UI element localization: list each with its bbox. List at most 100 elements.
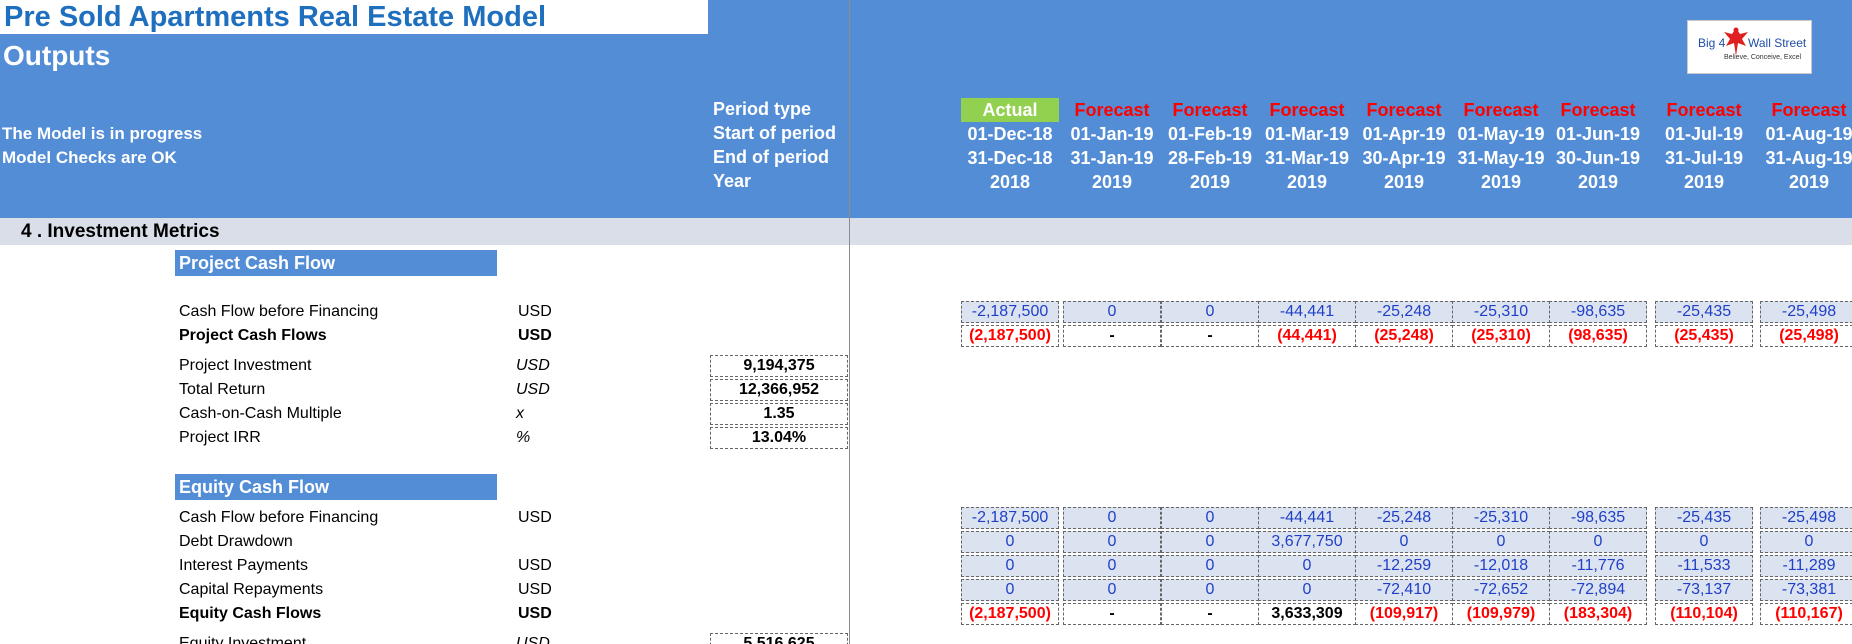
data-cell[interactable]: -73,381 (1760, 579, 1852, 601)
period-type-cell: Forecast (1771, 100, 1847, 120)
data-cell[interactable]: 0 (1161, 555, 1259, 577)
data-cell[interactable]: 0 (1549, 531, 1647, 553)
end-date-cell: 31-Jan-19 (1070, 148, 1154, 168)
data-cell[interactable]: (109,979) (1452, 603, 1550, 625)
data-cell[interactable]: (44,441) (1258, 325, 1356, 347)
label-start-period: Start of period (713, 123, 837, 143)
data-cell[interactable]: 0 (961, 555, 1059, 577)
data-cell[interactable]: -2,187,500 (961, 301, 1059, 323)
data-cell[interactable]: 0 (1161, 301, 1259, 323)
data-cell[interactable]: 3,677,750 (1258, 531, 1356, 553)
data-cell[interactable]: -73,137 (1655, 579, 1753, 601)
year-cell: 2019 (1577, 172, 1619, 192)
data-cell[interactable]: 0 (1760, 531, 1852, 553)
data-cell[interactable]: -25,498 (1760, 507, 1852, 529)
metric-value[interactable]: 1.35 (710, 403, 848, 425)
end-date-cell: 31-May-19 (1457, 148, 1545, 168)
data-cell[interactable]: -25,310 (1452, 507, 1550, 529)
data-cell[interactable]: (110,104) (1655, 603, 1753, 625)
data-cell[interactable]: (109,917) (1355, 603, 1453, 625)
start-date-cell: 01-Jun-19 (1555, 124, 1641, 144)
metric-value[interactable]: 12,366,952 (710, 379, 848, 401)
data-cell[interactable]: - (1063, 603, 1161, 625)
data-cell[interactable]: 0 (1355, 531, 1453, 553)
label-period-type: Period type (713, 99, 812, 119)
data-cell[interactable]: 0 (961, 579, 1059, 601)
start-date-cell: 01-Jan-19 (1070, 124, 1154, 144)
model-title: Pre Sold Apartments Real Estate Model (4, 1, 547, 33)
data-cell[interactable]: 0 (1258, 555, 1356, 577)
data-cell[interactable]: (98,635) (1549, 325, 1647, 347)
data-cell[interactable]: 0 (1063, 301, 1161, 323)
data-cell[interactable]: 0 (1655, 531, 1753, 553)
data-cell[interactable]: -11,289 (1760, 555, 1852, 577)
metric-value[interactable]: 5,516,625 (710, 633, 848, 644)
period-type-cell: Forecast (1172, 100, 1248, 120)
page-subtitle: Outputs (3, 40, 111, 71)
row-unit: USD (518, 327, 552, 344)
data-cell[interactable]: -11,533 (1655, 555, 1753, 577)
data-cell[interactable]: - (1161, 603, 1259, 625)
column-divider (849, 0, 850, 644)
data-cell[interactable]: 0 (1063, 555, 1161, 577)
metric-unit: x (516, 405, 524, 422)
data-cell[interactable]: (110,167) (1760, 603, 1852, 625)
data-cell[interactable]: -72,410 (1355, 579, 1453, 601)
data-cell[interactable]: -72,894 (1549, 579, 1647, 601)
data-cell[interactable]: -12,018 (1452, 555, 1550, 577)
section-header: 4 . Investment Metrics (0, 218, 1852, 245)
row-label: Debt Drawdown (179, 533, 293, 550)
data-cell[interactable]: 0 (1063, 531, 1161, 553)
data-cell[interactable]: 0 (1161, 579, 1259, 601)
data-cell[interactable]: - (1063, 325, 1161, 347)
data-cell[interactable]: 0 (1063, 507, 1161, 529)
data-cell[interactable]: (25,248) (1355, 325, 1453, 347)
data-cell[interactable]: 0 (1063, 579, 1161, 601)
data-cell[interactable]: -25,248 (1355, 301, 1453, 323)
metric-value[interactable]: 13.04% (710, 427, 848, 449)
data-cell[interactable]: 0 (1161, 531, 1259, 553)
data-cell[interactable]: 0 (1161, 507, 1259, 529)
data-cell[interactable]: (2,187,500) (961, 325, 1059, 347)
data-cell[interactable]: -2,187,500 (961, 507, 1059, 529)
data-cell[interactable]: -25,248 (1355, 507, 1453, 529)
data-cell[interactable]: -11,776 (1549, 555, 1647, 577)
data-cell[interactable]: -98,635 (1549, 507, 1647, 529)
data-cell[interactable]: (25,310) (1452, 325, 1550, 347)
period-type-cell: Forecast (1463, 100, 1539, 120)
data-cell[interactable]: (2,187,500) (961, 603, 1059, 625)
data-cell[interactable]: 0 (961, 531, 1059, 553)
data-cell[interactable]: 0 (1258, 579, 1356, 601)
start-date-cell: 01-Dec-18 (967, 124, 1053, 144)
end-date-cell: 31-Dec-18 (967, 148, 1053, 168)
period-type-cell: Forecast (1560, 100, 1636, 120)
metric-value[interactable]: 9,194,375 (710, 355, 848, 377)
period-type-cell: Actual (961, 98, 1059, 122)
row-unit: USD (518, 581, 552, 598)
metric-label: Total Return (179, 381, 266, 398)
data-cell[interactable]: (25,498) (1760, 325, 1852, 347)
data-cell[interactable]: 3,633,309 (1258, 603, 1356, 625)
data-cell[interactable]: 0 (1452, 531, 1550, 553)
data-cell[interactable]: -25,435 (1655, 301, 1753, 323)
data-cell[interactable]: -25,498 (1760, 301, 1852, 323)
year-cell: 2019 (1480, 172, 1522, 192)
data-cell[interactable]: -25,310 (1452, 301, 1550, 323)
data-cell[interactable]: (183,304) (1549, 603, 1647, 625)
row-label: Project Cash Flows (179, 327, 327, 344)
logo-text-right: Wall Street (1748, 36, 1807, 50)
period-type-cell: Forecast (1269, 100, 1345, 120)
row-unit: USD (518, 509, 552, 526)
data-cell[interactable]: -72,652 (1452, 579, 1550, 601)
row-label: Interest Payments (179, 557, 308, 574)
data-cell[interactable]: - (1161, 325, 1259, 347)
company-logo: Big 4 Wall Street Believe, Conceive, Exc… (1687, 20, 1812, 74)
data-cell[interactable]: -12,259 (1355, 555, 1453, 577)
metric-unit: USD (516, 357, 550, 374)
start-date-cell: 01-Aug-19 (1765, 124, 1852, 144)
data-cell[interactable]: -44,441 (1258, 507, 1356, 529)
data-cell[interactable]: -25,435 (1655, 507, 1753, 529)
data-cell[interactable]: (25,435) (1655, 325, 1753, 347)
data-cell[interactable]: -44,441 (1258, 301, 1356, 323)
data-cell[interactable]: -98,635 (1549, 301, 1647, 323)
